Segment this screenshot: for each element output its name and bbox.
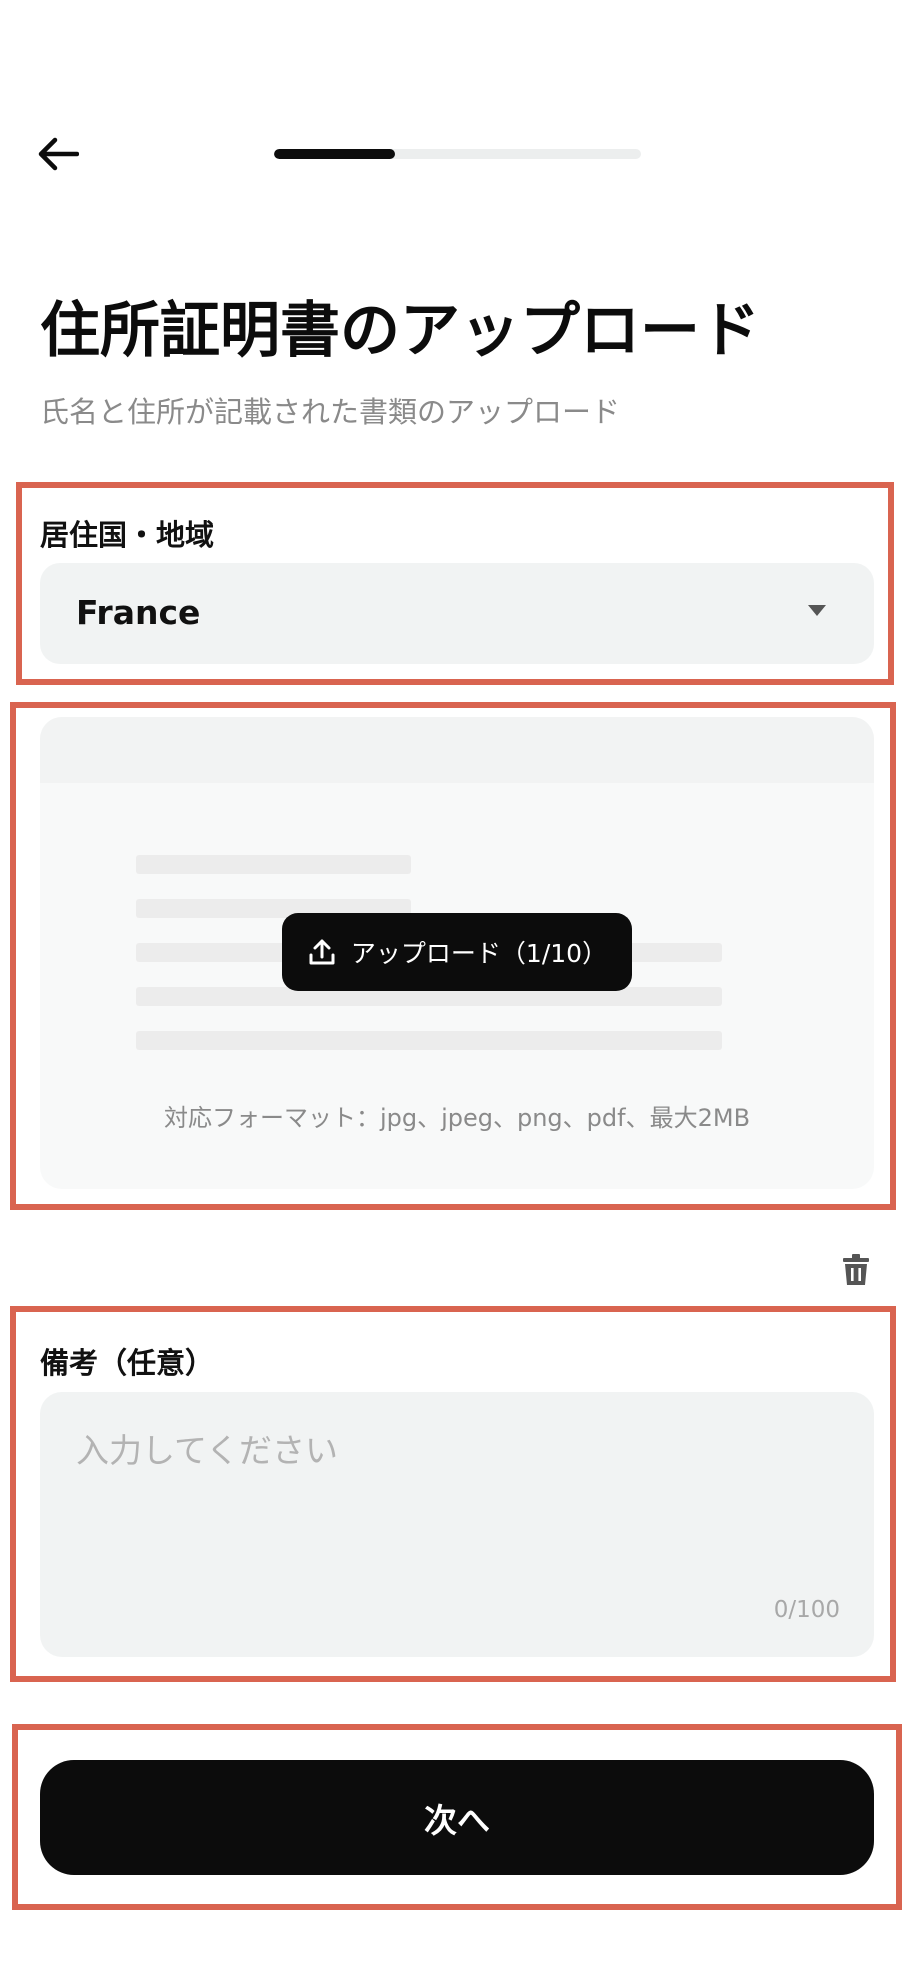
upload-button-label: アップロード（1/10） — [350, 939, 608, 968]
upload-button[interactable]: アップロード（1/10） — [282, 913, 632, 991]
arrow-left-icon — [38, 137, 79, 171]
delete-button[interactable] — [836, 1248, 876, 1292]
supported-formats-text: 対応フォーマット：jpg、jpeg、png、pdf、最大2MB — [163, 1104, 751, 1132]
notes-char-counter: 0/100 — [773, 1597, 840, 1623]
country-select[interactable]: France — [40, 563, 874, 664]
next-button-label: 次へ — [424, 1800, 490, 1840]
trash-icon — [843, 1254, 869, 1285]
notes-label: 備考（任意） — [40, 1346, 215, 1380]
document-placeholder-line — [136, 1031, 722, 1050]
upload-preview-header — [40, 717, 874, 783]
notes-field: 0/100 — [40, 1392, 874, 1657]
back-button[interactable] — [32, 128, 84, 180]
step-progress-fill — [274, 149, 396, 159]
caret-down-icon — [808, 605, 826, 616]
country-select-value: France — [76, 593, 201, 632]
upload-icon — [309, 939, 335, 965]
upload-dropzone[interactable]: アップロード（1/10） 対応フォーマット：jpg、jpeg、png、pdf、最… — [40, 717, 874, 1189]
document-placeholder-line — [136, 855, 411, 874]
notes-input[interactable] — [40, 1392, 874, 1657]
page-title: 住所証明書のアップロード — [40, 296, 760, 366]
country-label: 居住国・地域 — [40, 518, 215, 552]
step-progress-bar — [274, 149, 641, 159]
next-button[interactable]: 次へ — [40, 1760, 874, 1875]
page-subtitle: 氏名と住所が記載された書類のアップロード — [40, 395, 621, 429]
